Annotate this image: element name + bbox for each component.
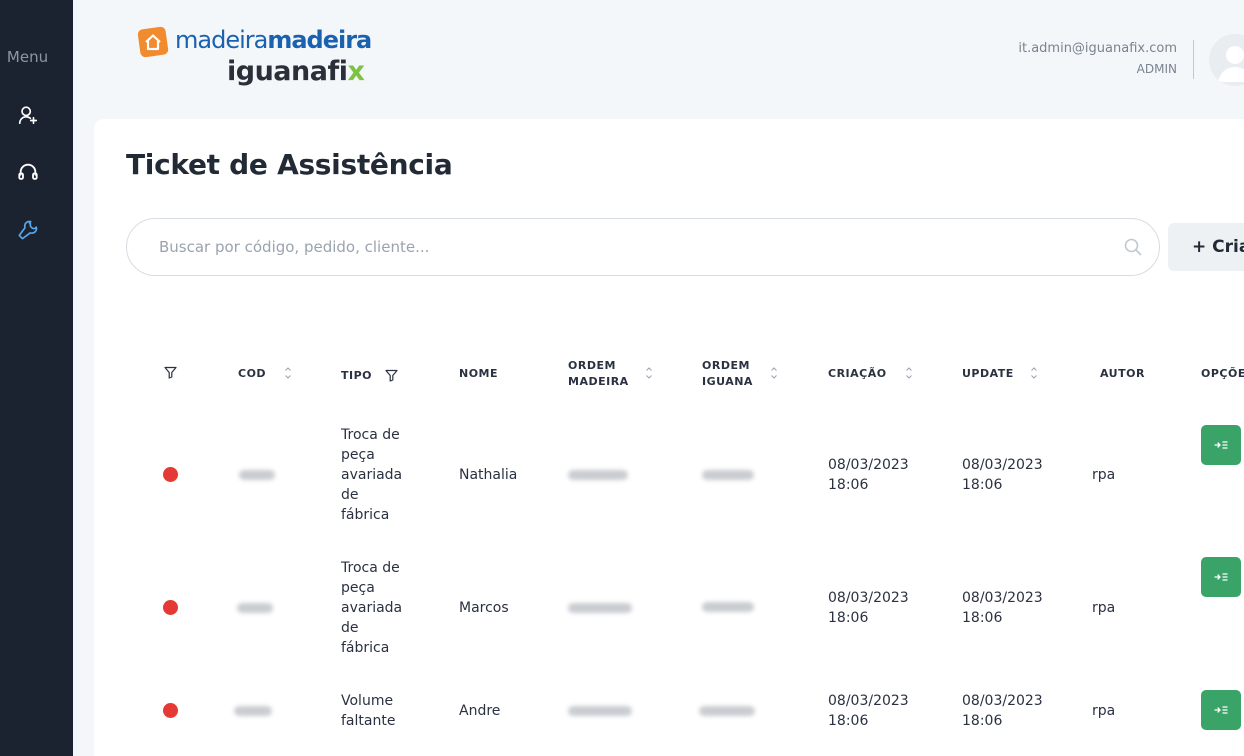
cell-autor: rpa: [1092, 600, 1116, 616]
cell-update: 08/03/2023 18:06: [962, 693, 1043, 729]
sidebar: Menu: [0, 0, 73, 756]
sidebar-item-support[interactable]: [14, 158, 42, 186]
logo-text-iguanafix: iguanafix: [227, 56, 365, 87]
redacted-cod: [239, 470, 275, 480]
cell-tipo: Troca de peça avariada de fábrica: [341, 560, 403, 656]
page-title: Ticket de Assistência: [126, 148, 453, 181]
user-email: it.admin@iguanafix.com: [1018, 41, 1177, 56]
cell-nome: Marcos: [459, 600, 509, 616]
sort-icon[interactable]: [645, 366, 653, 380]
search-icon[interactable]: [1123, 237, 1143, 257]
cell-autor: rpa: [1092, 467, 1116, 483]
cell-update: 08/03/2023 18:06: [962, 457, 1043, 493]
login-list-icon: [1214, 706, 1228, 714]
sidebar-item-users[interactable]: [14, 101, 42, 129]
redacted-cod: [234, 706, 272, 716]
redacted-ordem-madeira: [568, 470, 628, 480]
logo-text-madeiramadeira: madeiramadeira: [175, 26, 372, 54]
login-list-icon: [1214, 573, 1228, 581]
search-input[interactable]: [159, 219, 1109, 275]
cell-tipo: Volume faltante: [341, 693, 396, 729]
status-indicator: [163, 467, 178, 482]
main-card: [94, 119, 1244, 756]
create-ticket-button[interactable]: + Cria: [1168, 223, 1244, 271]
open-ticket-button[interactable]: [1201, 557, 1241, 597]
cell-criacao: 08/03/2023 18:06: [828, 457, 909, 493]
sort-icon[interactable]: [770, 366, 778, 380]
cell-nome: Nathalia: [459, 467, 518, 483]
cell-nome: Andre: [459, 703, 501, 719]
menu-label: Menu: [6, 48, 49, 66]
redacted-ordem-madeira: [568, 603, 632, 613]
column-header-criacao[interactable]: CRIAÇÃO: [828, 366, 887, 382]
redacted-ordem-iguana: [702, 602, 754, 612]
column-header-cod[interactable]: COD: [238, 366, 266, 382]
sidebar-item-assistance[interactable]: [14, 215, 42, 243]
cell-autor: rpa: [1092, 703, 1116, 719]
wrench-icon: [18, 220, 38, 240]
avatar[interactable]: [1209, 34, 1244, 86]
open-ticket-button[interactable]: [1201, 425, 1241, 465]
cell-criacao: 08/03/2023 18:06: [828, 693, 909, 729]
column-header-ordem-madeira[interactable]: ORDEM MADEIRA: [568, 358, 629, 390]
search-bar: [126, 218, 1160, 276]
redacted-ordem-madeira: [568, 706, 632, 716]
sort-icon[interactable]: [905, 366, 913, 380]
redacted-ordem-iguana: [702, 470, 754, 480]
headset-icon: [18, 163, 38, 180]
sort-icon[interactable]: [1030, 366, 1038, 380]
house-logo-icon: [137, 26, 169, 58]
column-header-tipo[interactable]: TIPO: [341, 368, 372, 384]
column-header-autor: AUTOR: [1100, 367, 1145, 380]
user-avatar-icon: [1218, 46, 1244, 82]
status-indicator: [163, 703, 178, 718]
column-header-ordem-iguana[interactable]: ORDEM IGUANA: [702, 358, 753, 390]
open-ticket-button[interactable]: [1201, 690, 1241, 730]
login-list-icon: [1214, 441, 1228, 449]
header-divider: [1193, 40, 1194, 79]
column-header-nome[interactable]: NOME: [459, 366, 498, 382]
user-add-icon: [18, 106, 38, 125]
redacted-cod: [237, 603, 273, 613]
column-header-opcoes: OPÇÕES: [1201, 367, 1244, 380]
cell-update: 08/03/2023 18:06: [962, 590, 1043, 626]
status-indicator: [163, 600, 178, 615]
redacted-ordem-iguana: [699, 706, 755, 716]
cell-criacao: 08/03/2023 18:06: [828, 590, 909, 626]
cell-tipo: Troca de peça avariada de fábrica: [341, 427, 403, 523]
filter-icon[interactable]: [385, 369, 398, 382]
sort-icon[interactable]: [284, 366, 292, 380]
filter-icon[interactable]: [164, 366, 177, 379]
column-header-update[interactable]: UPDATE: [962, 366, 1014, 382]
user-role: ADMIN: [1136, 62, 1177, 76]
